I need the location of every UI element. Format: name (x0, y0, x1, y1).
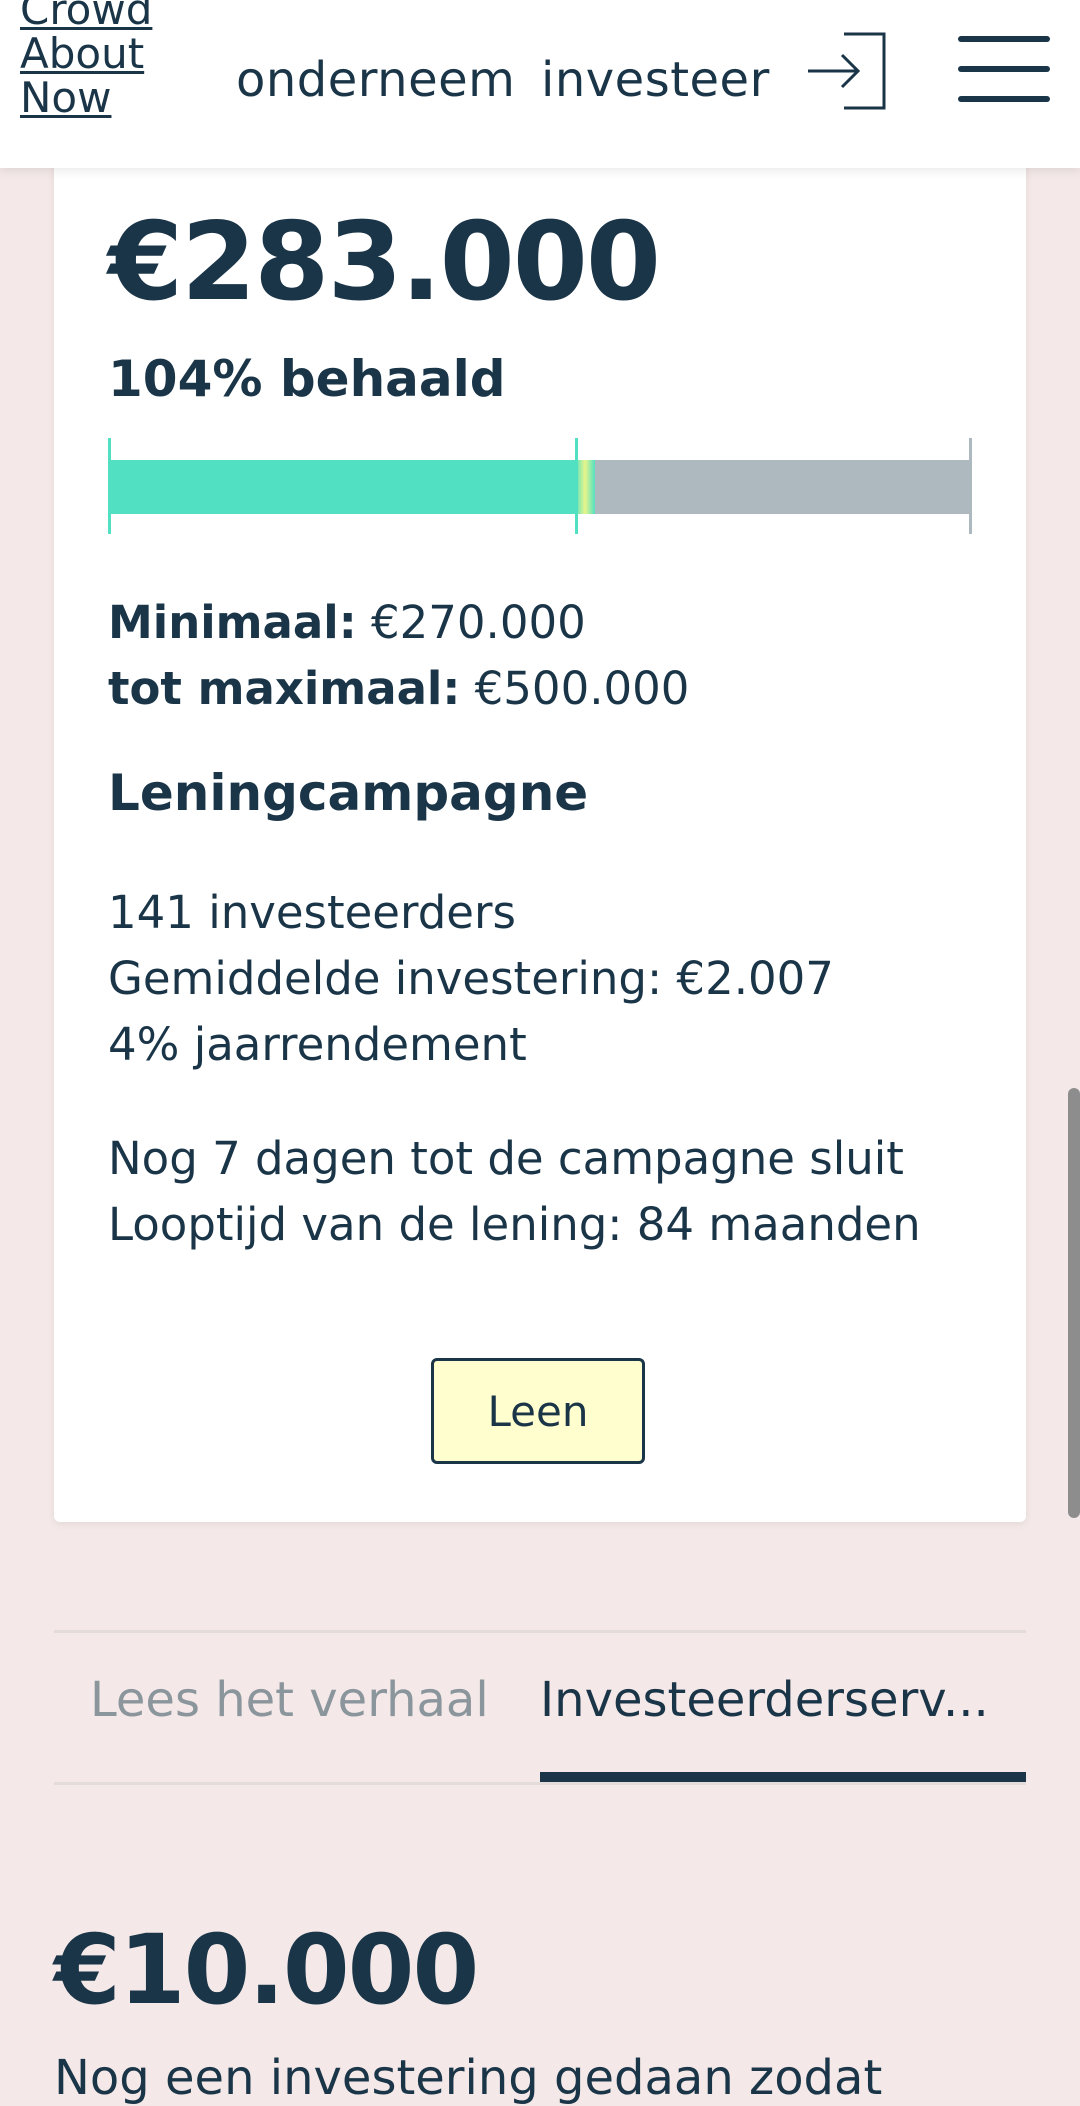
average-investment: Gemiddelde investering: €2.007 (108, 952, 834, 1005)
minimum-value: €270.000 (371, 596, 586, 649)
minimum-label: Minimaal: (108, 596, 357, 649)
lend-button[interactable]: Leen (431, 1358, 645, 1464)
tab-investor-service[interactable]: Investeerderserv... (540, 1672, 989, 1728)
logo-line-1[interactable]: Crowd (20, 0, 152, 32)
annual-return: 4% jaarrendement (108, 1018, 527, 1071)
campaign-timing: Nog 7 dagen tot de campagne sluit Loopti… (108, 1126, 921, 1258)
tab-read-story[interactable]: Lees het verhaal (90, 1672, 489, 1728)
progress-start-tick (108, 438, 111, 534)
investor-section-amount: €10.000 (54, 1914, 479, 2026)
login-icon[interactable] (806, 30, 890, 112)
min-max-range: Minimaal: €270.000 tot maximaal: €500.00… (108, 590, 689, 722)
tabs-divider-bottom (54, 1782, 1026, 1785)
nav-onderneem[interactable]: onderneem (236, 52, 515, 108)
achieved-percentage: 104% behaald (108, 350, 506, 408)
campaign-type-title: Leningcampagne (108, 764, 589, 822)
minimum-line: Minimaal: €270.000 (108, 590, 689, 656)
crowd-about-now-logo[interactable]: Crowd About Now (20, 0, 152, 120)
progress-fill (108, 460, 575, 514)
campaign-card: €283.000 104% behaald Minimaal: €270.000… (54, 120, 1026, 1522)
progress-bar (108, 438, 972, 540)
investor-section-text: Nog een investering gedaan zodat (54, 2050, 883, 2106)
maximum-label: tot maximaal: (108, 662, 461, 715)
progress-end-tick (969, 438, 972, 534)
site-header: Crowd About Now onderneem investeer (0, 0, 1080, 168)
maximum-line: tot maximaal: €500.000 (108, 656, 689, 722)
hamburger-menu-icon[interactable] (958, 36, 1050, 102)
logo-line-3[interactable]: Now (20, 76, 152, 120)
logo-line-2[interactable]: About (20, 32, 152, 76)
progress-minimum-tick (575, 438, 578, 534)
nav-investeer[interactable]: investeer (541, 52, 770, 108)
scrollbar[interactable] (1068, 1088, 1080, 1518)
loan-term: Looptijd van de lening: 84 maanden (108, 1198, 921, 1251)
progress-fill-edge (575, 460, 595, 514)
maximum-value: €500.000 (474, 662, 690, 715)
raised-amount: €283.000 (108, 200, 661, 325)
tabs-divider-top (54, 1630, 1026, 1633)
days-remaining: Nog 7 dagen tot de campagne sluit (108, 1132, 904, 1185)
campaign-stats: 141 investeerders Gemiddelde investering… (108, 880, 834, 1078)
investor-count: 141 investeerders (108, 886, 516, 939)
